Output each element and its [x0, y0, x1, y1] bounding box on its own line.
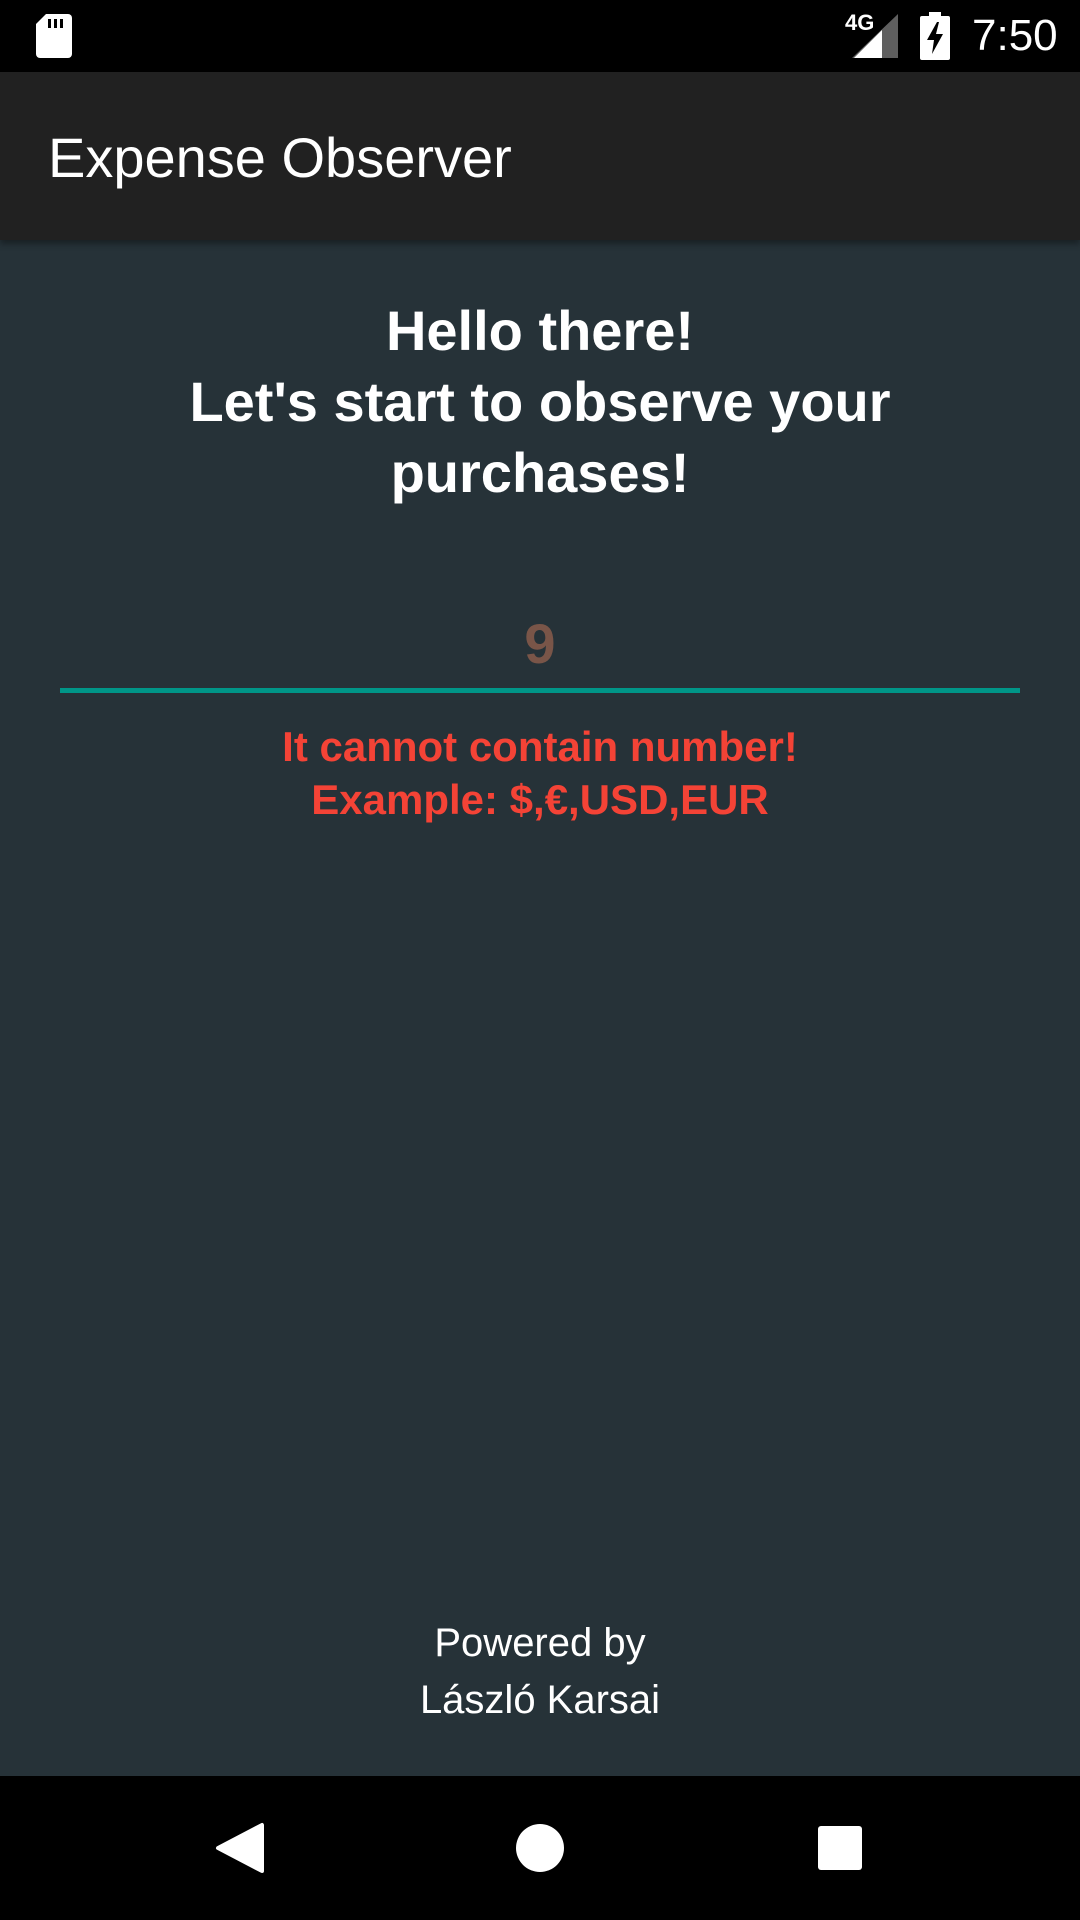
- input-underline: [60, 688, 1020, 693]
- currency-input[interactable]: 9: [60, 600, 1020, 693]
- navigation-bar: [0, 1776, 1080, 1920]
- footer-line: Powered by: [434, 1621, 646, 1665]
- greeting-heading: Hello there! Let's start to observe your…: [0, 295, 1080, 508]
- currency-input-value[interactable]: 9: [60, 612, 1020, 676]
- status-bar: 4G 7:50: [0, 0, 1080, 72]
- recents-icon[interactable]: [790, 1798, 890, 1898]
- home-icon[interactable]: [490, 1798, 590, 1898]
- footer-credit: Powered by László Karsai: [0, 1615, 1080, 1729]
- status-clock: 7:50: [972, 11, 1058, 60]
- error-line: It cannot contain number!: [282, 723, 798, 770]
- greeting-line: Let's start to observe your: [189, 370, 891, 433]
- footer-line: László Karsai: [419, 1678, 661, 1722]
- error-line: Example: $,€,USD,EUR: [311, 776, 769, 823]
- greeting-line: purchases!: [390, 441, 690, 504]
- error-message: It cannot contain number! Example: $,€,U…: [0, 720, 1080, 826]
- back-icon[interactable]: [190, 1798, 290, 1898]
- sd-card-icon: [36, 14, 72, 58]
- screen: 4G 7:50 Expense Observer Hello there! Le…: [0, 0, 1080, 1920]
- app-title: Expense Observer: [48, 126, 512, 189]
- app-bar: Expense Observer: [0, 72, 1080, 240]
- battery-charging-icon: [920, 12, 950, 60]
- greeting-line: Hello there!: [385, 299, 695, 362]
- signal-icon: [852, 14, 898, 58]
